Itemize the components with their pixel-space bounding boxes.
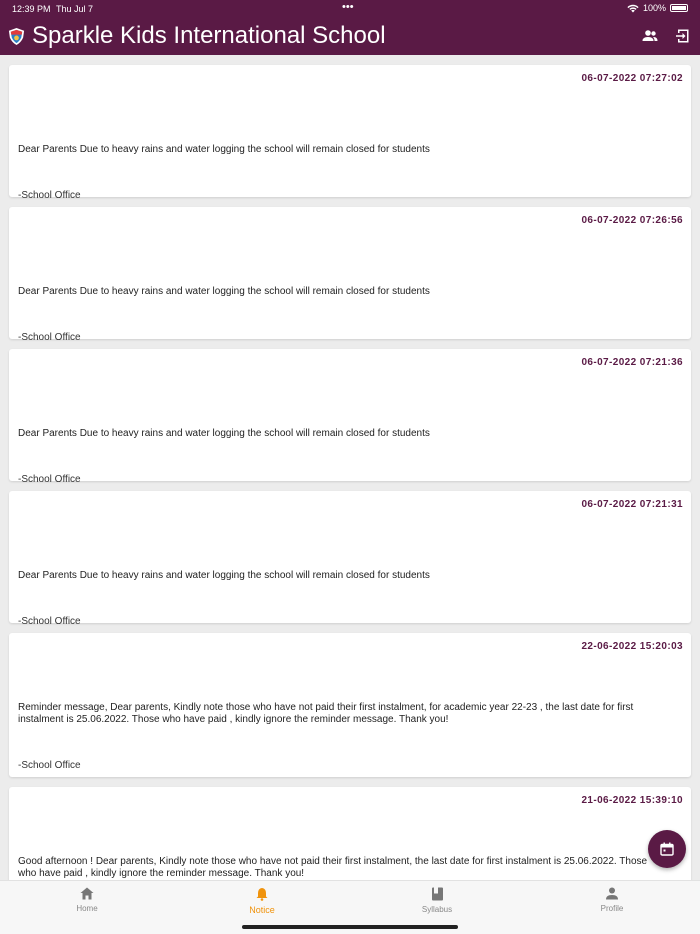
school-logo-icon: [8, 27, 25, 46]
person-icon: [606, 887, 618, 900]
nav-notice-label: Notice: [249, 905, 275, 915]
wifi-icon: [627, 4, 639, 12]
notice-card[interactable]: 21-06-2022 15:39:10 Good afternoon ! Dea…: [9, 787, 691, 880]
notice-card[interactable]: 22-06-2022 15:20:03 Reminder message, De…: [9, 633, 691, 777]
notice-message: Dear Parents Due to heavy rains and wate…: [18, 570, 430, 581]
nav-syllabus[interactable]: Syllabus: [387, 887, 487, 921]
logout-icon[interactable]: [675, 28, 691, 44]
notice-signature: -School Office: [18, 760, 81, 771]
status-date: Thu Jul 7: [56, 4, 94, 14]
notice-message: Good afternoon ! Dear parents, Kindly no…: [18, 856, 648, 879]
nav-home-label: Home: [76, 904, 98, 913]
notice-card[interactable]: 06-07-2022 07:21:36 Dear Parents Due to …: [9, 349, 691, 485]
notice-card[interactable]: 06-07-2022 07:21:31 Dear Parents Due to …: [9, 491, 691, 627]
status-bar: 12:39 PM Thu Jul 7 ••• 100%: [0, 0, 700, 17]
battery-icon: [670, 4, 688, 12]
nav-profile-label: Profile: [600, 904, 624, 913]
notice-message: Dear Parents Due to heavy rains and wate…: [18, 428, 430, 439]
app-header: 12:39 PM Thu Jul 7 ••• 100% Sparkle Kids…: [0, 0, 700, 55]
battery-percent: 100%: [642, 3, 666, 13]
notice-date: 06-07-2022 07:21:36: [581, 357, 683, 368]
calendar-icon: [660, 842, 674, 856]
status-time: 12:39 PM: [12, 4, 51, 14]
bell-icon: [256, 888, 268, 901]
notice-date: 06-07-2022 07:27:02: [581, 73, 683, 84]
notice-list[interactable]: 06-07-2022 07:27:02 Dear Parents Due to …: [0, 55, 700, 880]
book-icon: [431, 887, 443, 901]
notice-card[interactable]: 06-07-2022 07:26:56 Dear Parents Due to …: [9, 207, 691, 343]
nav-notice[interactable]: Notice: [212, 887, 312, 921]
app-title: Sparkle Kids International School: [32, 22, 386, 49]
calendar-button[interactable]: [648, 830, 686, 868]
status-right: 100%: [627, 3, 688, 13]
notice-message: Dear Parents Due to heavy rains and wate…: [18, 286, 430, 297]
home-icon: [80, 887, 94, 900]
notice-signature: -School Office: [18, 332, 81, 343]
notice-signature: -School Office: [18, 190, 81, 201]
nav-syllabus-label: Syllabus: [421, 905, 453, 914]
nav-home[interactable]: Home: [37, 887, 137, 921]
notice-signature: -School Office: [18, 474, 81, 485]
notice-date: 06-07-2022 07:21:31: [581, 499, 683, 510]
notice-date: 06-07-2022 07:26:56: [581, 215, 683, 226]
notice-date: 21-06-2022 15:39:10: [581, 795, 683, 806]
notice-message: Reminder message, Dear parents, Kindly n…: [18, 702, 634, 725]
notice-signature: -School Office: [18, 616, 81, 627]
notice-date: 22-06-2022 15:20:03: [581, 641, 683, 652]
notice-message: Dear Parents Due to heavy rains and wate…: [18, 144, 430, 155]
multitask-dots[interactable]: •••: [342, 1, 354, 13]
notice-card[interactable]: 06-07-2022 07:27:02 Dear Parents Due to …: [9, 65, 691, 201]
nav-profile[interactable]: Profile: [562, 887, 662, 921]
home-indicator: [242, 925, 458, 929]
switch-user-icon[interactable]: [642, 28, 658, 44]
